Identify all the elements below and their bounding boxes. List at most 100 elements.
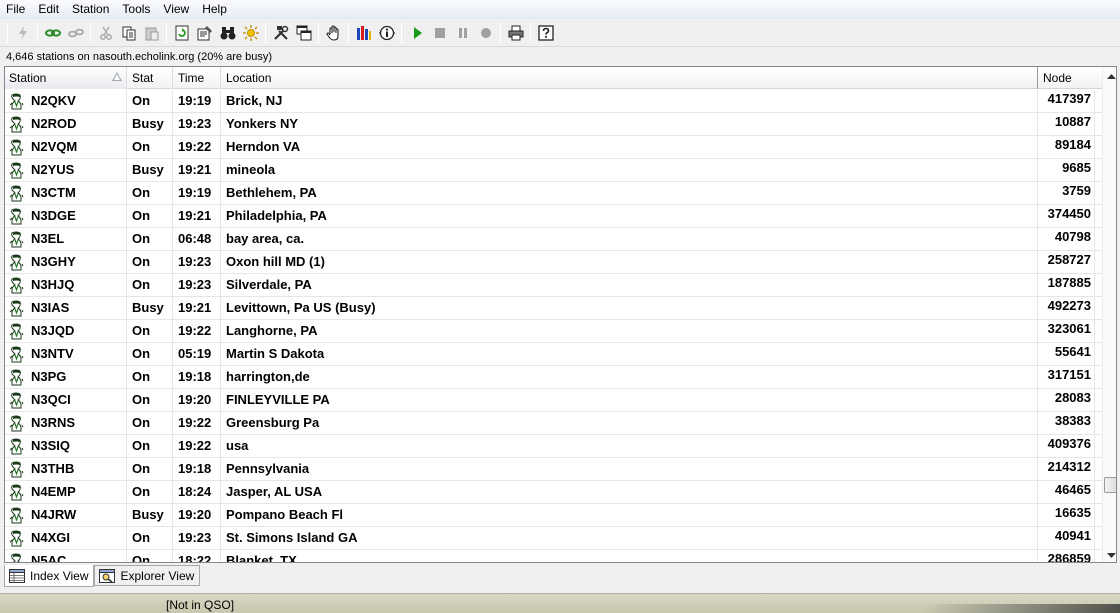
time-cell: 19:19 <box>173 90 221 112</box>
status-cell: On <box>127 228 173 250</box>
status-cell: Busy <box>127 113 173 135</box>
station-user-icon <box>9 231 24 247</box>
tab-index-view-label: Index View <box>30 568 89 583</box>
info-button[interactable] <box>376 22 398 44</box>
column-header-location-label: Location <box>226 71 272 85</box>
help-button[interactable] <box>535 22 557 44</box>
status-cell: On <box>127 412 173 434</box>
station-cell: N3SIQ <box>5 435 127 457</box>
print-button[interactable] <box>505 22 527 44</box>
chart-button[interactable] <box>353 22 375 44</box>
paste-button[interactable] <box>141 22 163 44</box>
table-row[interactable]: N5AC On 18:22 Blanket, TX 286859 <box>5 550 1102 562</box>
view-tabs: Index View Explorer View <box>4 565 201 587</box>
time-cell: 19:23 <box>173 113 221 135</box>
station-callsign: N2ROD <box>31 116 77 131</box>
unlink-icon <box>67 28 84 37</box>
table-row[interactable]: N2QKV On 19:19 Brick, NJ 417397 <box>5 90 1102 113</box>
table-row[interactable]: N3GHY On 19:23 Oxon hill MD (1) 258727 <box>5 251 1102 274</box>
menu-view[interactable]: View <box>157 0 196 19</box>
station-cell: N3IAS <box>5 297 127 319</box>
table-row[interactable]: N2YUS Busy 19:21 mineola 9685 <box>5 159 1102 182</box>
table-row[interactable]: N3THB On 19:18 Pennsylvania 214312 <box>5 458 1102 481</box>
menu-file[interactable]: File <box>0 0 32 19</box>
time-cell: 19:21 <box>173 159 221 181</box>
table-row[interactable]: N4EMP On 18:24 Jasper, AL USA 46465 <box>5 481 1102 504</box>
connect-button[interactable] <box>12 22 34 44</box>
stop-button[interactable] <box>429 22 451 44</box>
station-cell: N4JRW <box>5 504 127 526</box>
refresh-icon <box>175 25 188 40</box>
column-header-node-label: Node <box>1043 71 1072 85</box>
table-row[interactable]: N3NTV On 05:19 Martin S Dakota 55641 <box>5 343 1102 366</box>
cut-button[interactable] <box>95 22 117 44</box>
table-row[interactable]: N3SIQ On 19:22 usa 409376 <box>5 435 1102 458</box>
copy-button[interactable] <box>118 22 140 44</box>
location-cell: usa <box>221 435 1038 457</box>
status-cell: On <box>127 343 173 365</box>
station-cell: N3GHY <box>5 251 127 273</box>
table-row[interactable]: N3PG On 19:18 harrington,de 317151 <box>5 366 1102 389</box>
column-header-stat[interactable]: Stat <box>127 67 173 89</box>
time-cell: 19:20 <box>173 504 221 526</box>
table-row[interactable]: N2ROD Busy 19:23 Yonkers NY 10887 <box>5 113 1102 136</box>
location-cell: Philadelphia, PA <box>221 205 1038 227</box>
tab-explorer-view[interactable]: Explorer View <box>94 565 201 586</box>
column-header-location[interactable]: Location <box>221 67 1038 89</box>
table-row[interactable]: N4JRW Busy 19:20 Pompano Beach Fl 16635 <box>5 504 1102 527</box>
column-header-station[interactable]: Station <box>5 67 127 89</box>
vertical-scrollbar[interactable] <box>1102 67 1116 562</box>
menu-edit[interactable]: Edit <box>32 0 66 19</box>
menu-station[interactable]: Station <box>66 0 116 19</box>
tab-index-view[interactable]: Index View <box>4 565 95 587</box>
station-user-icon <box>9 185 24 201</box>
menu-help[interactable]: Help <box>196 0 234 19</box>
table-row[interactable]: N3DGE On 19:21 Philadelphia, PA 374450 <box>5 205 1102 228</box>
column-header-node[interactable]: Node <box>1038 67 1095 89</box>
time-cell: 06:48 <box>173 228 221 250</box>
station-callsign: N3GHY <box>31 254 76 269</box>
station-user-icon <box>9 300 24 316</box>
find-button[interactable] <box>217 22 239 44</box>
toolbar-separator <box>318 22 319 43</box>
scroll-down-button[interactable] <box>1103 547 1116 562</box>
unlink-button[interactable] <box>65 22 87 44</box>
index-view-icon <box>9 568 25 583</box>
refresh-button[interactable] <box>171 22 193 44</box>
scrollbar-thumb[interactable] <box>1104 477 1116 493</box>
station-user-icon <box>9 392 24 408</box>
tools-button[interactable] <box>270 22 292 44</box>
status-cell: On <box>127 550 173 562</box>
hand-button[interactable] <box>323 22 345 44</box>
node-cell: 409376 <box>1038 435 1095 457</box>
table-row[interactable]: N3JQD On 19:22 Langhorne, PA 323061 <box>5 320 1102 343</box>
station-callsign: N3PG <box>31 369 67 384</box>
properties-button[interactable] <box>194 22 216 44</box>
table-row[interactable]: N3RNS On 19:22 Greensburg Pa 38383 <box>5 412 1102 435</box>
station-cell: N2ROD <box>5 113 127 135</box>
sun-button[interactable] <box>240 22 262 44</box>
play-icon <box>413 26 422 39</box>
play-button[interactable] <box>406 22 428 44</box>
table-row[interactable]: N3IAS Busy 19:21 Levittown, Pa US (Busy)… <box>5 297 1102 320</box>
link-button[interactable] <box>42 22 64 44</box>
pause-button[interactable] <box>452 22 474 44</box>
node-cell: 187885 <box>1038 274 1095 296</box>
table-body: N2QKV On 19:19 Brick, NJ 417397 N2ROD Bu… <box>5 90 1102 562</box>
table-row[interactable]: N3EL On 06:48 bay area, ca. 40798 <box>5 228 1102 251</box>
scroll-up-button[interactable] <box>1103 67 1116 84</box>
table-row[interactable]: N2VQM On 19:22 Herndon VA 89184 <box>5 136 1102 159</box>
windows-button[interactable] <box>293 22 315 44</box>
table-row[interactable]: N3CTM On 19:19 Bethlehem, PA 3759 <box>5 182 1102 205</box>
column-header-time-label: Time <box>178 71 205 85</box>
station-user-icon <box>9 346 24 362</box>
record-button[interactable] <box>475 22 497 44</box>
menu-tools[interactable]: Tools <box>116 0 157 19</box>
copy-icon <box>122 26 135 40</box>
table-row[interactable]: N3QCI On 19:20 FINLEYVILLE PA 28083 <box>5 389 1102 412</box>
table-row[interactable]: N4XGI On 19:23 St. Simons Island GA 4094… <box>5 527 1102 550</box>
table-row[interactable]: N3HJQ On 19:23 Silverdale, PA 187885 <box>5 274 1102 297</box>
connect-icon <box>18 25 27 40</box>
status-bar-shadow <box>920 604 1120 613</box>
column-header-time[interactable]: Time <box>173 67 221 89</box>
